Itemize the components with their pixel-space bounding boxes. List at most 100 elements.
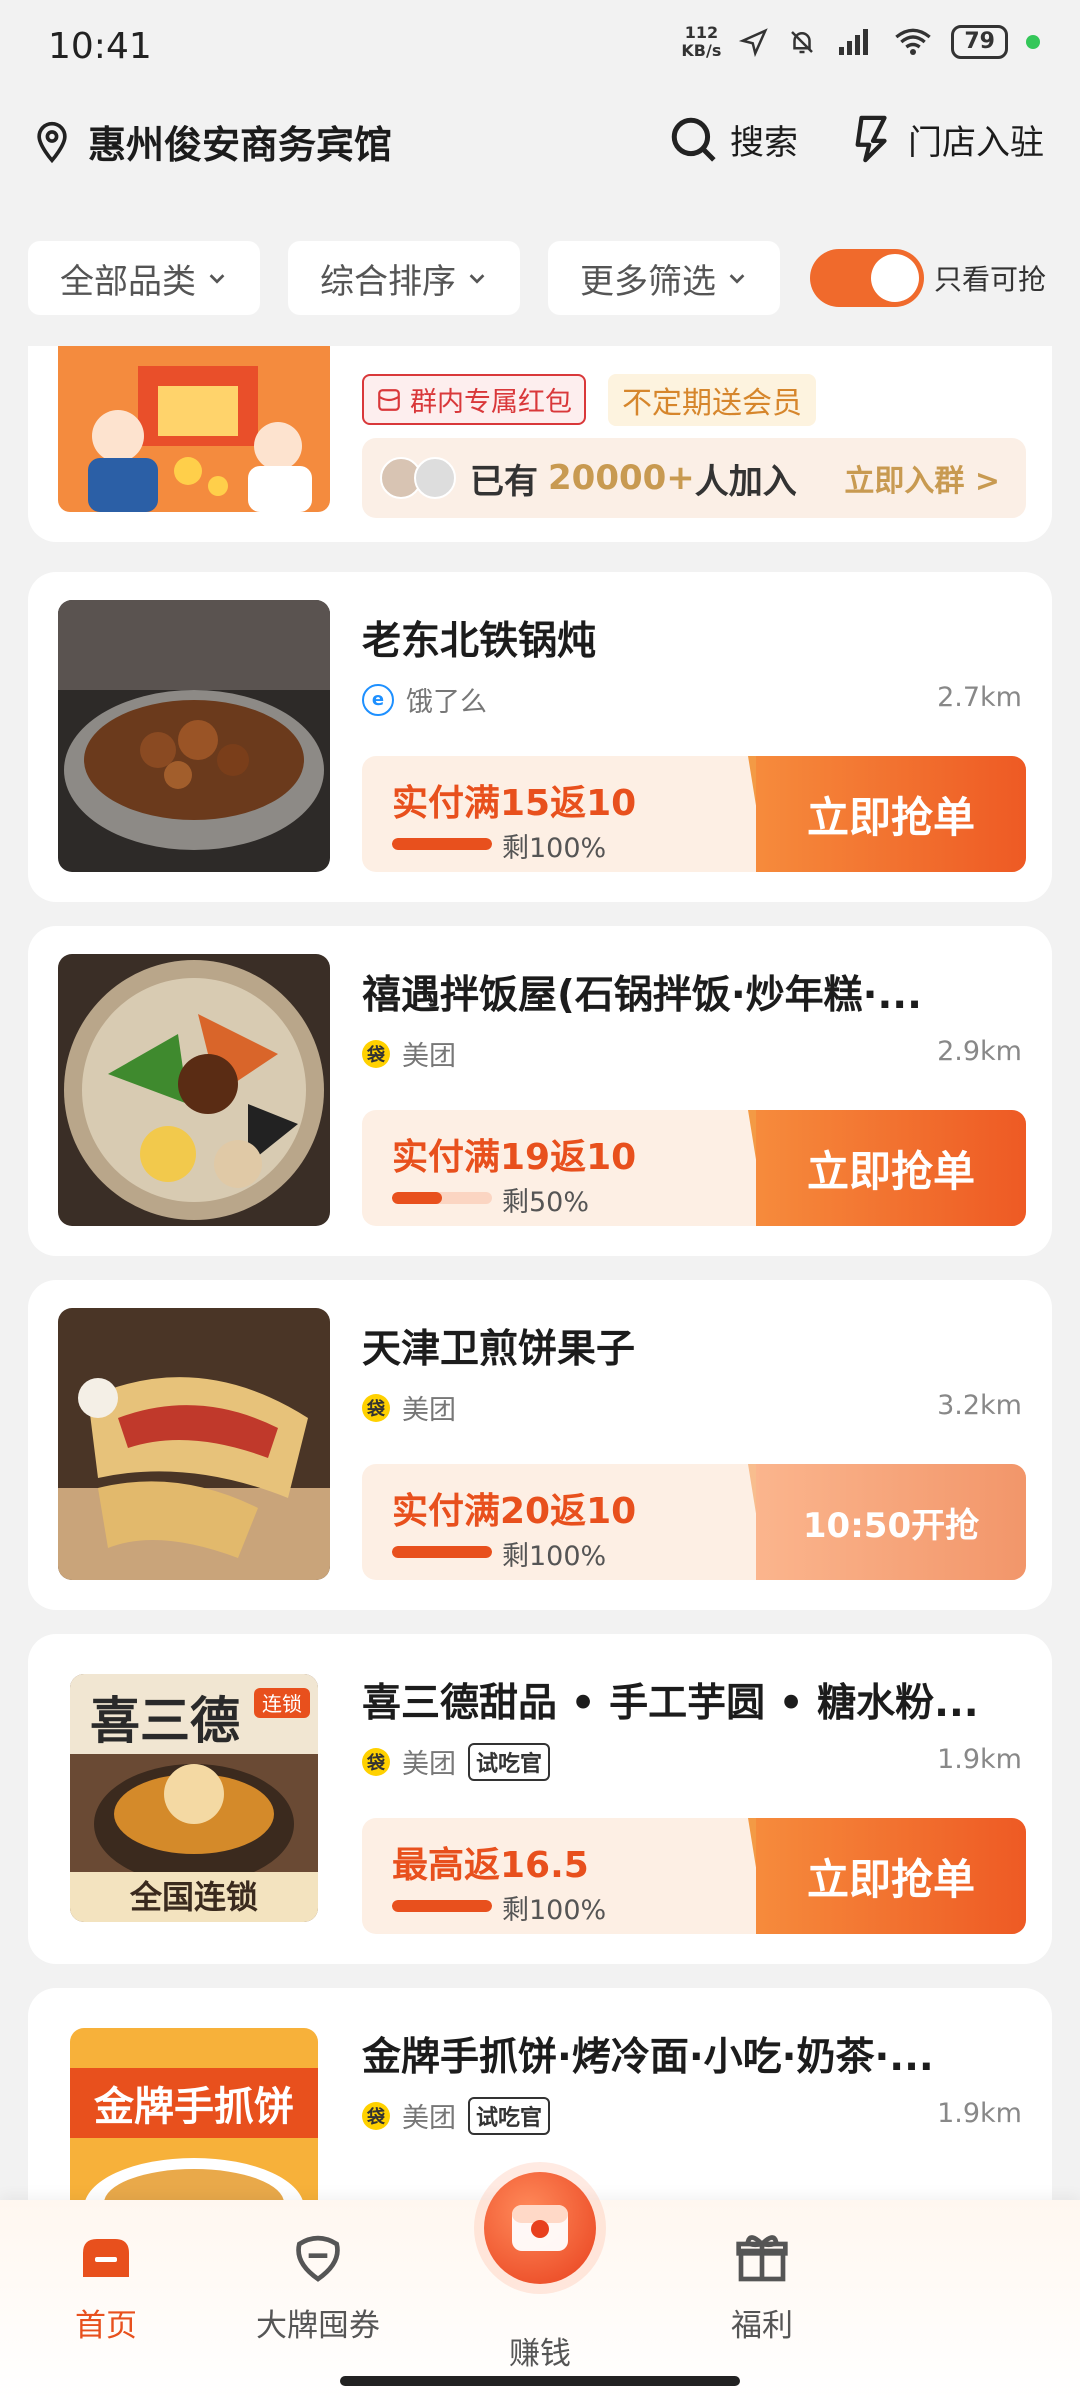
exclusive-redpacket-label: 群内专属红包: [410, 387, 572, 418]
platform-name: 美团: [402, 1395, 456, 1426]
join-group-button[interactable]: 立即入群 >: [844, 456, 1000, 500]
deal-title: 实付满15返10: [392, 783, 637, 824]
location-pin-icon: [37, 121, 67, 163]
tab-coupons[interactable]: 大牌囤券: [248, 2226, 388, 2345]
chevron-down-icon: [209, 274, 225, 284]
location-selector[interactable]: 惠州俊安商务宾馆: [30, 114, 392, 169]
search-button[interactable]: 搜索: [668, 114, 798, 164]
status-time: 10:41: [48, 26, 152, 67]
remaining-fill: [392, 1900, 492, 1912]
deal-title: 最高返16.5: [392, 1845, 589, 1886]
signal-icon: [839, 29, 869, 55]
grab-order-button[interactable]: 立即抢单: [756, 756, 1026, 872]
store-join-icon: [855, 115, 887, 163]
store-card[interactable]: 老东北铁锅炖 e 饿了么 2.7km 实付满15返10 剩100% 立即抢单: [28, 572, 1052, 902]
store-join-label: 门店入驻: [908, 122, 1044, 163]
deal-box: 实付满15返10 剩100% 立即抢单: [362, 756, 1026, 872]
deal-box: 实付满20返10 剩100% 10:50开抢: [362, 1464, 1026, 1580]
store-name: 天津卫煎饼果子: [362, 1327, 636, 1372]
distance: 3.2km: [937, 1390, 1022, 1421]
mute-bell-icon: [791, 31, 814, 54]
joined-prefix: 已有: [470, 461, 538, 502]
grab-order-button[interactable]: 立即抢单: [756, 1110, 1026, 1226]
tab-earn-label: 赚钱: [509, 2336, 571, 2372]
remaining-label: 剩50%: [502, 1187, 590, 1218]
distance: 2.9km: [937, 1036, 1022, 1067]
platform-row: 袋 美团 试吃官: [362, 1742, 551, 1781]
more-filter[interactable]: 更多筛选: [548, 241, 780, 315]
tab-home[interactable]: 首页: [36, 2226, 176, 2345]
platform-row: 袋 美团 试吃官: [362, 2096, 551, 2135]
group-promo-card[interactable]: 群内专属红包 不定期送会员 已有 20000+ 人加入 立即入群 >: [28, 346, 1052, 542]
grab-order-button[interactable]: 立即抢单: [756, 1818, 1026, 1934]
deal-box: 最高返16.5 剩100% 立即抢单: [362, 1818, 1026, 1934]
store-thumbnail: [58, 954, 330, 1226]
filter-bar: 全部品类 综合排序 更多筛选 只看可抢: [28, 240, 1058, 316]
store-thumbnail: [58, 600, 330, 872]
meituan-icon: 袋: [362, 1393, 390, 1422]
tab-welfare-label: 福利: [731, 2308, 793, 2344]
home-icon: [74, 2226, 138, 2290]
remaining-fill: [392, 1192, 442, 1204]
available-only-toggle[interactable]: [810, 249, 924, 307]
platform-name: 美团: [402, 1041, 456, 1072]
remaining-fill: [392, 838, 492, 850]
location-arrow-icon: [739, 28, 769, 57]
earn-icon: [512, 2205, 568, 2251]
remaining-bar: [392, 1900, 492, 1912]
more-filter-label: 更多筛选: [580, 261, 716, 302]
location-title: 惠州俊安商务宾馆: [88, 123, 393, 167]
tab-earn[interactable]: 赚钱: [470, 2328, 610, 2373]
store-name: 金牌手抓饼·烤冷面·小吃·奶茶·...: [362, 2035, 934, 2080]
joined-count: 20000+: [548, 458, 695, 498]
remaining-label: 剩100%: [502, 833, 607, 864]
store-card[interactable]: 禧遇拌饭屋(石锅拌饭·炒年糕·... 袋 美团 2.9km 实付满19返10 剩…: [28, 926, 1052, 1256]
platform-row: 袋 美团: [362, 1034, 456, 1073]
meituan-icon: 袋: [362, 1747, 390, 1776]
platform-name: 饿了么: [406, 687, 487, 718]
remaining-bar: [392, 838, 492, 850]
remaining-label: 剩100%: [502, 1541, 607, 1572]
store-card[interactable]: 天津卫煎饼果子 袋 美团 3.2km 实付满20返10 剩100% 10:50开…: [28, 1280, 1052, 1610]
distance: 1.9km: [937, 2098, 1022, 2129]
exclusive-redpacket-tag: 群内专属红包: [362, 374, 586, 425]
sort-filter-label: 综合排序: [320, 261, 456, 302]
remaining-fill: [392, 1546, 492, 1558]
store-thumbnail: [58, 1308, 330, 1580]
search-icon: [671, 117, 716, 162]
taster-tag: 试吃官: [468, 2096, 551, 2135]
deal-title: 实付满19返10: [392, 1137, 637, 1178]
wifi-icon: [895, 28, 932, 55]
category-filter[interactable]: 全部品类: [28, 241, 260, 315]
eleme-icon: e: [362, 683, 394, 716]
platform-row: 袋 美团: [362, 1388, 456, 1427]
chevron-down-icon: [469, 274, 485, 284]
thumb-caption: 全国连锁: [129, 1878, 258, 1916]
earn-fab-button[interactable]: [484, 2172, 596, 2284]
store-name: 喜三德甜品 • 手工芋圆 • 糖水粉...: [362, 1681, 979, 1726]
home-indicator[interactable]: [340, 2376, 740, 2386]
net-speed-unit: KB/s: [681, 41, 722, 60]
deal-box: 实付满19返10 剩50% 立即抢单: [362, 1110, 1026, 1226]
remaining-label: 剩100%: [502, 1895, 607, 1926]
remaining-bar: [392, 1192, 492, 1204]
join-group-bar[interactable]: 已有 20000+ 人加入 立即入群 >: [362, 438, 1026, 518]
distance: 2.7km: [937, 682, 1022, 713]
store-join-button[interactable]: 门店入驻: [850, 114, 1044, 164]
category-filter-label: 全部品类: [60, 261, 196, 302]
start-time-button[interactable]: 10:50开抢: [756, 1464, 1026, 1580]
net-speed: 112 KB/s: [681, 24, 721, 60]
joined-suffix: 人加入: [694, 461, 797, 502]
meituan-icon: 袋: [362, 1039, 390, 1068]
net-speed-value: 112: [684, 23, 719, 42]
store-name: 老东北铁锅炖: [362, 619, 597, 664]
store-card[interactable]: 喜三德 全国连锁 连锁 喜三德甜品 • 手工芋圆 • 糖水粉... 袋 美团 试…: [28, 1634, 1052, 1964]
promo-image: [58, 346, 330, 512]
distance: 1.9km: [937, 1744, 1022, 1775]
battery-indicator: 79: [951, 25, 1008, 59]
platform-row: e 饿了么: [362, 680, 487, 719]
taster-tag: 试吃官: [468, 1742, 551, 1781]
sort-filter[interactable]: 综合排序: [288, 241, 520, 315]
deal-title: 实付满20返10: [392, 1491, 637, 1532]
tab-welfare[interactable]: 福利: [692, 2226, 832, 2345]
